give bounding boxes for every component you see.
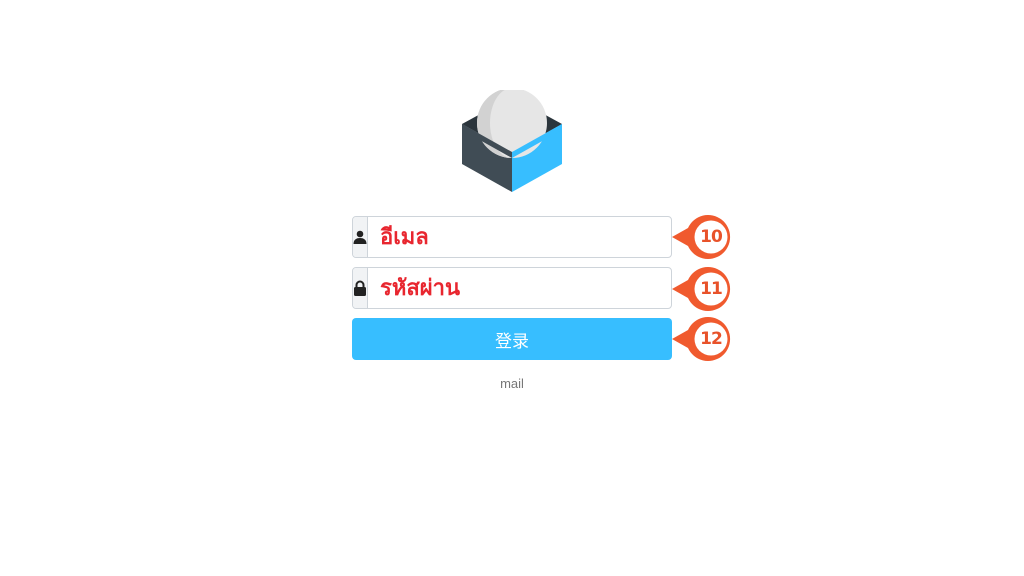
annotation-marker-10: 10 [670,213,734,261]
footer-text: mail [500,376,524,391]
marker-number: 10 [700,227,723,247]
login-page: 登录 mail 10 11 12 [0,0,1024,576]
marker-number: 12 [700,329,723,349]
annotation-marker-12: 12 [670,315,734,363]
annotation-marker-11: 11 [670,265,734,313]
marker-number: 11 [700,279,723,299]
lock-icon [353,268,368,308]
username-field-group [352,216,672,258]
password-field-group [352,267,672,309]
user-icon [353,217,368,257]
password-input[interactable] [368,268,671,308]
username-input[interactable] [368,217,671,257]
login-button[interactable]: 登录 [352,318,672,360]
roundcube-logo [460,88,564,194]
